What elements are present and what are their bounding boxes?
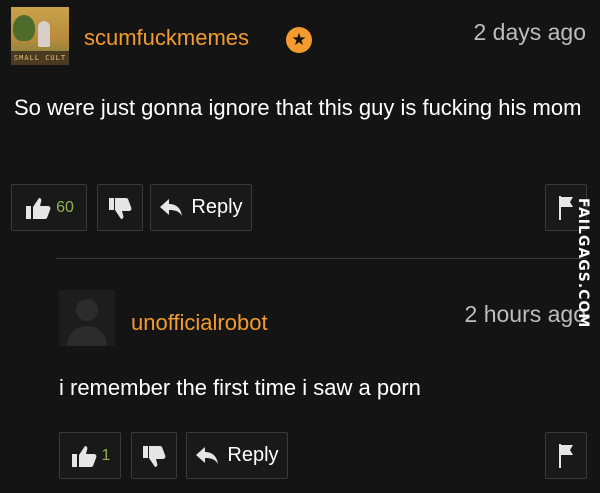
reply-button[interactable]: Reply <box>186 432 288 479</box>
site-watermark: FAILGAGS.COM <box>575 198 591 329</box>
avatar-scumfuckmemes[interactable]: SMALL CULT <box>11 7 69 65</box>
comment-text: So were just gonna ignore that this guy … <box>14 95 582 120</box>
like-button[interactable]: 60 <box>11 184 87 231</box>
avatar-unofficialrobot[interactable] <box>59 290 115 346</box>
like-button[interactable]: 1 <box>59 432 121 479</box>
flag-icon <box>559 443 573 468</box>
avatar-tree-shape <box>13 15 35 41</box>
reply-label: Reply <box>191 196 243 218</box>
thumbs-down-icon <box>109 197 132 219</box>
like-count: 60 <box>56 198 74 216</box>
thumbs-up-icon <box>71 445 96 467</box>
reply-arrow-icon <box>160 198 183 216</box>
star-icon: ★ <box>286 27 312 53</box>
reply-label: Reply <box>227 444 279 466</box>
username-scumfuckmemes[interactable]: scumfuckmemes <box>84 25 249 51</box>
reply-button[interactable]: Reply <box>150 184 252 231</box>
thumbs-up-icon <box>26 197 51 219</box>
default-avatar-icon <box>67 299 107 346</box>
comment-timestamp: 2 days ago <box>473 19 586 45</box>
reply-divider <box>56 258 587 259</box>
dislike-button[interactable] <box>131 432 177 479</box>
like-count: 1 <box>101 446 111 464</box>
reply-text: i remember the first time i saw a porn <box>59 375 421 400</box>
username-unofficialrobot[interactable]: unofficialrobot <box>131 310 268 336</box>
reply-arrow-icon <box>196 446 219 464</box>
avatar-sign-text: SMALL CULT <box>11 51 69 65</box>
avatar-figure-shape <box>38 21 50 47</box>
flag-button[interactable] <box>545 432 587 479</box>
thumbs-down-icon <box>143 445 166 467</box>
dislike-button[interactable] <box>97 184 143 231</box>
